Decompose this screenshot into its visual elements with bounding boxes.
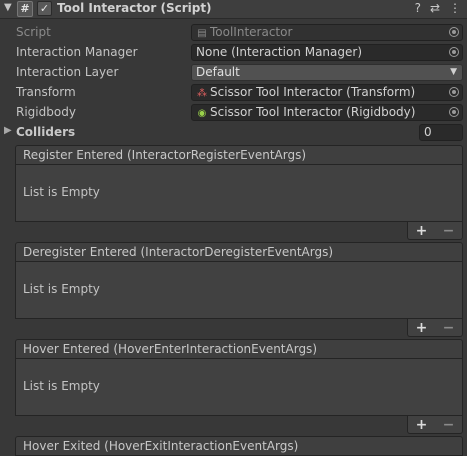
transform-label: Transform [16,85,76,99]
component-title: Tool Interactor (Script) [57,1,212,15]
event-title: Hover Entered (HoverEnterInteractionEven… [15,339,463,359]
empty-list-text: List is Empty [23,282,100,296]
event-hover-exited: Hover Exited (HoverExitInteractionEventA… [15,436,463,456]
script-value: ToolInteractor [210,25,293,39]
rigidbody-row: Rigidbody ◉ Scissor Tool Interactor (Rigi… [0,103,467,123]
remove-item-button[interactable]: − [443,417,455,433]
interaction-manager-label: Interaction Manager [16,45,138,59]
interaction-manager-field[interactable]: None (Interaction Manager) [191,44,463,61]
script-field: ▤ ToolInteractor [191,24,463,41]
event-register-entered: Register Entered (InteractorRegisterEven… [15,145,463,242]
transform-value: Scissor Tool Interactor (Transform) [210,85,416,99]
interaction-layer-value: Default [196,65,240,79]
empty-list-text: List is Empty [23,185,100,199]
menu-icon[interactable]: ⋮ [449,1,461,15]
object-picker-icon[interactable] [449,107,459,117]
script-label: Script [16,25,51,39]
list-buttons: + − [407,222,463,240]
event-hover-entered: Hover Entered (HoverEnterInteractionEven… [15,339,463,436]
rigidbody-value: Scissor Tool Interactor (Rigidbody) [210,105,416,119]
interaction-layer-label: Interaction Layer [16,65,119,79]
rigidbody-label: Rigidbody [16,105,76,119]
remove-item-button[interactable]: − [443,320,455,336]
add-item-button[interactable]: + [416,223,428,239]
add-item-button[interactable]: + [416,320,428,336]
event-title: Hover Exited (HoverExitInteractionEventA… [15,436,463,456]
script-icon: # [17,1,33,17]
transform-field[interactable]: ⁂ Scissor Tool Interactor (Transform) [191,84,463,101]
event-footer: + − [15,416,463,436]
interaction-layer-dropdown[interactable]: Default ▼ [191,64,463,81]
preset-icon[interactable]: ⇄ [430,1,440,15]
event-list: List is Empty [15,359,463,416]
event-title: Register Entered (InteractorRegisterEven… [15,145,463,165]
colliders-label[interactable]: Colliders [16,125,75,139]
component-header: ▼ # ✓ Tool Interactor (Script) ? ⇄ ⋮ [0,0,467,19]
list-buttons: + − [407,319,463,337]
add-item-button[interactable]: + [416,417,428,433]
transform-row: Transform ⁂ Scissor Tool Interactor (Tran… [0,83,467,103]
remove-item-button[interactable]: − [443,223,455,239]
object-picker-icon [449,27,459,37]
event-list: List is Empty [15,165,463,222]
chevron-down-icon: ▼ [450,67,457,77]
event-list: List is Empty [15,262,463,319]
object-picker-icon[interactable] [449,87,459,97]
empty-list-text: List is Empty [23,379,100,393]
interaction-manager-row: Interaction Manager None (Interaction Ma… [0,43,467,63]
interaction-layer-row: Interaction Layer Default ▼ [0,63,467,83]
object-picker-icon[interactable] [449,47,459,57]
enabled-checkbox[interactable]: ✓ [37,1,52,16]
help-icon[interactable]: ? [415,1,421,15]
event-footer: + − [15,222,463,242]
event-title: Deregister Entered (InteractorDeregister… [15,242,463,262]
colliders-row: ▶ Colliders 0 [0,123,467,143]
header-icons: ? ⇄ ⋮ [415,1,461,15]
event-footer: + − [15,319,463,339]
interaction-manager-value: None (Interaction Manager) [196,45,363,59]
rigidbody-field[interactable]: ◉ Scissor Tool Interactor (Rigidbody) [191,104,463,121]
foldout-arrow-icon[interactable]: ▶ [4,125,12,136]
script-file-icon: ▤ [197,28,207,39]
rigidbody-icon: ◉ [197,108,207,119]
foldout-arrow-icon[interactable]: ▼ [4,2,12,13]
colliders-size-field[interactable]: 0 [419,124,463,141]
script-row: Script ▤ ToolInteractor [0,23,467,43]
event-deregister-entered: Deregister Entered (InteractorDeregister… [15,242,463,339]
transform-icon: ⁂ [197,88,207,99]
list-buttons: + − [407,416,463,434]
